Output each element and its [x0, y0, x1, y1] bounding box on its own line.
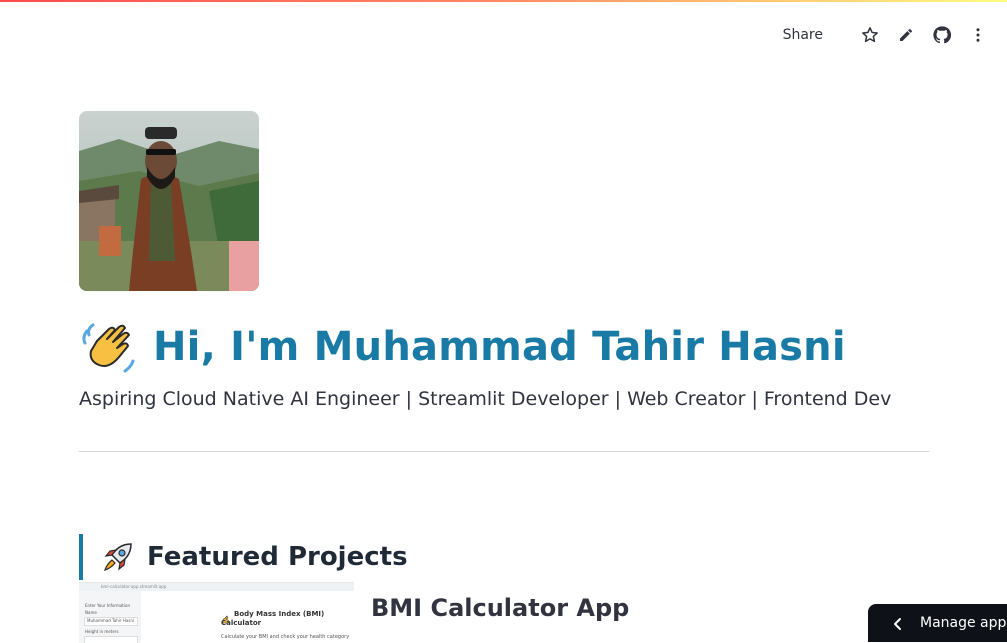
star-icon[interactable]	[861, 26, 879, 44]
thumbnail-address: bmi-calculator-app.streamlit.app	[101, 584, 167, 589]
chevron-left-icon	[892, 616, 902, 630]
project-thumbnail[interactable]: bmi-calculator-app.streamlit.app Enter Y…	[79, 582, 354, 643]
rocket-icon	[101, 540, 135, 574]
manage-app-button[interactable]: Manage app	[868, 604, 1007, 642]
top-decoration-bar	[0, 0, 1007, 2]
heading-accent-bar	[79, 534, 83, 580]
section-title: Featured Projects	[147, 542, 408, 572]
app-toolbar: Share	[783, 22, 987, 48]
thumbnail-name-value: Muhammad Tahir Hasni	[87, 618, 135, 623]
waving-hand-icon	[79, 317, 139, 377]
profile-photo	[79, 111, 259, 291]
share-button[interactable]: Share	[783, 27, 823, 43]
github-icon[interactable]	[933, 26, 951, 44]
thumbnail-app-subtitle: Calculate your BMI and check your health…	[221, 634, 350, 640]
thumbnail-sidebar-heading: Enter Your Information	[85, 603, 130, 608]
pencil-icon[interactable]	[897, 26, 915, 44]
page-title: Hi, I'm Muhammad Tahir Hasni	[153, 324, 846, 370]
thumbnail-app-title-line1: Body Mass Index (BMI)	[234, 610, 325, 618]
thumbnail-height-label: Height in meters	[85, 629, 119, 634]
thumbnail-app-title-line2: Calculator	[221, 619, 262, 627]
section-divider	[79, 451, 929, 452]
manage-app-label: Manage app	[920, 615, 1007, 631]
featured-projects-heading: Featured Projects	[79, 534, 408, 580]
thumbnail-sidebar: Enter Your Information Name Muhammad Tah…	[79, 591, 141, 643]
project-title[interactable]: BMI Calculator App	[371, 594, 629, 622]
hero-heading: Hi, I'm Muhammad Tahir Hasni	[79, 312, 846, 382]
tagline: Aspiring Cloud Native AI Engineer | Stre…	[79, 388, 892, 410]
more-vertical-icon[interactable]	[969, 26, 987, 44]
thumbnail-app-title: Body Mass Index (BMI) Calculator	[221, 610, 325, 628]
thumbnail-name-label: Name	[85, 610, 97, 615]
